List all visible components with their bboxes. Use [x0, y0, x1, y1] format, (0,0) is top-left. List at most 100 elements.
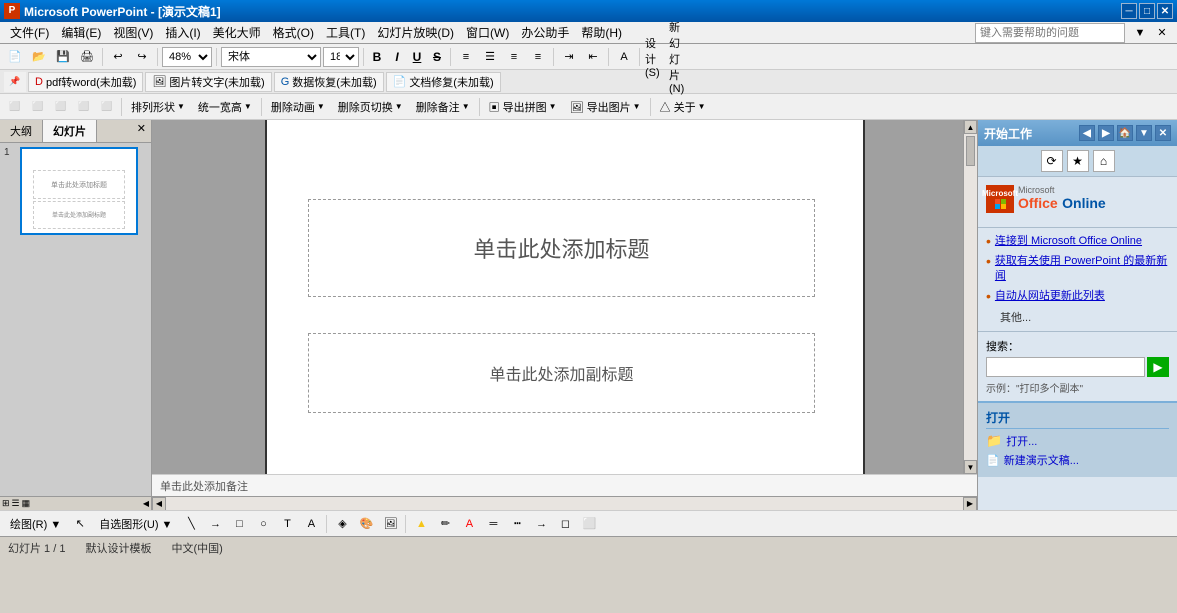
save-button[interactable]: 💾 — [52, 47, 74, 67]
rp-search-button[interactable]: ▶ — [1147, 357, 1169, 377]
slide-thumbnail-1[interactable]: 单击此处添加标题 单击此处添加副标题 — [20, 147, 138, 235]
rp-home-button[interactable]: 🏠 — [1117, 125, 1133, 141]
rp-link-news[interactable]: • 获取有关使用 PowerPoint 的最新新闻 — [986, 254, 1169, 283]
rp-search-input[interactable] — [986, 357, 1145, 377]
shadow-button[interactable]: ◻ — [554, 514, 576, 534]
menu-format[interactable]: 格式(O) — [267, 22, 320, 43]
3d-button[interactable]: ⬜ — [578, 514, 600, 534]
italic-button[interactable]: I — [388, 48, 406, 66]
slide-item-1[interactable]: 1 单击此处添加标题 单击此处添加副标题 — [4, 147, 147, 235]
tab-slides[interactable]: 幻灯片 — [43, 120, 97, 142]
notes-bar[interactable]: 单击此处添加备注 — [152, 474, 977, 496]
undo-button[interactable]: ↩ — [107, 47, 129, 67]
image-to-text-button[interactable]: 🖼 图片转文字(未加载) — [145, 72, 271, 92]
line-color-button[interactable]: ✏ — [434, 514, 456, 534]
rect-button[interactable]: □ — [228, 514, 250, 534]
new-slide-button[interactable]: 新幻灯片(N) — [668, 47, 690, 67]
arrow-button[interactable]: → — [204, 514, 226, 534]
underline-button[interactable]: U — [408, 48, 426, 66]
menu-edit[interactable]: 编辑(E) — [55, 22, 107, 43]
data-recovery-button[interactable]: G 数据恢复(未加载) — [274, 72, 384, 92]
menu-tools[interactable]: 工具(T) — [320, 22, 371, 43]
pdf-to-word-button[interactable]: D pdf转word(未加载) — [28, 72, 143, 92]
titlebar-controls[interactable]: ─ □ ✕ — [1121, 3, 1173, 19]
rp-link-connect[interactable]: • 连接到 Microsoft Office Online — [986, 234, 1169, 248]
align-justify-button[interactable]: ≡ — [527, 47, 549, 67]
menu-beautify[interactable]: 美化大师 — [207, 22, 267, 43]
uniform-size-button[interactable]: 统一宽高 ▼ — [192, 97, 258, 117]
delete-animation-button[interactable]: 删除动画 ▼ — [265, 97, 331, 117]
menu-view[interactable]: 视图(V) — [107, 22, 159, 43]
slide-canvas[interactable]: 单击此处添加标题 单击此处添加副标题 — [265, 120, 865, 474]
help-search-input[interactable] — [975, 23, 1125, 43]
redo-button[interactable]: ↪ — [131, 47, 153, 67]
design-button[interactable]: 设计(S) — [644, 47, 666, 67]
addon-pin-button[interactable]: 📌 — [4, 72, 26, 92]
rp-open-button[interactable]: 📁 打开... — [986, 433, 1169, 449]
minimize-button[interactable]: ─ — [1121, 3, 1137, 19]
scroll-left-button[interactable]: ◀ — [143, 499, 149, 508]
delete-transition-button[interactable]: 删除页切换 ▼ — [332, 97, 409, 117]
scroll-track[interactable] — [964, 134, 977, 460]
font-name-select[interactable]: 宋体 黑体 楷体 Arial — [221, 47, 321, 67]
menu-insert[interactable]: 插入(I) — [159, 22, 206, 43]
help-close-button[interactable]: ✕ — [1151, 23, 1173, 43]
zoom-select[interactable]: 48% 100% 75% 50% 25% — [162, 47, 212, 67]
clipart-button[interactable]: 🎨 — [355, 514, 377, 534]
list-view-button[interactable]: ☰ — [12, 498, 20, 509]
arrow-style-button[interactable]: → — [530, 514, 552, 534]
menu-slideshow[interactable]: 幻灯片放映(D) — [371, 22, 460, 43]
open-button[interactable]: 📂 — [28, 47, 50, 67]
about-button[interactable]: △ 关于 ▼ — [654, 97, 712, 117]
scroll-up-button[interactable]: ▲ — [964, 120, 977, 134]
strikethrough-button[interactable]: S — [428, 48, 446, 66]
export-images-button[interactable]: 🖼 导出图片 ▼ — [564, 97, 647, 117]
scroll-left-btn[interactable]: ◀ — [152, 497, 166, 511]
wordart-button[interactable]: A — [300, 514, 322, 534]
image-button[interactable]: 🖼 — [379, 514, 401, 534]
line-button[interactable]: ╲ — [180, 514, 202, 534]
menu-assistant[interactable]: 办公助手 — [515, 22, 575, 43]
rp-back-button[interactable]: ◀ — [1079, 125, 1095, 141]
rp-expand-button[interactable]: ▼ — [1136, 125, 1152, 141]
panel-close-button[interactable]: ✕ — [132, 120, 151, 142]
title-placeholder[interactable]: 单击此处添加标题 — [308, 199, 815, 297]
menu-help[interactable]: 帮助(H) — [575, 22, 628, 43]
autoshape-button[interactable]: 自选图形(U) ▼ — [93, 514, 178, 534]
export-puzzle-button[interactable]: ▣ 导出拼图 ▼ — [483, 97, 563, 117]
draw-menu-button[interactable]: 绘图(R) ▼ — [4, 514, 67, 534]
film-view-button[interactable]: ▦ — [22, 498, 31, 509]
grid-view-button[interactable]: ⊞ — [2, 498, 10, 509]
close-button[interactable]: ✕ — [1157, 3, 1173, 19]
menu-window[interactable]: 窗口(W) — [460, 22, 515, 43]
delete-notes-button[interactable]: 删除备注 ▼ — [410, 97, 476, 117]
horizontal-scrollbar[interactable]: ◀ ▶ — [152, 496, 977, 510]
font-size-select[interactable]: 18 12 14 16 20 24 28 36 — [323, 47, 359, 67]
rp-nav-refresh[interactable]: ⟳ — [1041, 150, 1063, 172]
fill-color-button[interactable]: ▲ — [410, 514, 432, 534]
print-button[interactable]: 🖨 — [76, 47, 98, 67]
rp-other-link[interactable]: 其他... — [986, 309, 1169, 325]
oval-button[interactable]: ○ — [252, 514, 274, 534]
align-right-button[interactable]: ≡ — [503, 47, 525, 67]
rp-nav-house[interactable]: ⌂ — [1093, 150, 1115, 172]
scroll-right-btn[interactable]: ▶ — [963, 497, 977, 511]
rp-nav-star[interactable]: ★ — [1067, 150, 1089, 172]
font-color-button[interactable]: A — [613, 47, 635, 67]
subtitle-placeholder[interactable]: 单击此处添加副标题 — [308, 333, 815, 413]
textbox-button[interactable]: T — [276, 514, 298, 534]
decrease-indent-button[interactable]: ⇤ — [582, 47, 604, 67]
bold-button[interactable]: B — [368, 48, 386, 66]
font-color2-button[interactable]: A — [458, 514, 480, 534]
rp-forward-button[interactable]: ▶ — [1098, 125, 1114, 141]
rp-close-button[interactable]: ✕ — [1155, 125, 1171, 141]
tab-outline[interactable]: 大纲 — [0, 120, 43, 142]
vertical-scrollbar[interactable]: ▲ ▼ — [963, 120, 977, 474]
scroll-thumb[interactable] — [966, 136, 975, 166]
diagram-button[interactable]: ◈ — [331, 514, 353, 534]
line-style-button[interactable]: ═ — [482, 514, 504, 534]
increase-indent-button[interactable]: ⇥ — [558, 47, 580, 67]
maximize-button[interactable]: □ — [1139, 3, 1155, 19]
arrange-shapes-button[interactable]: 排列形状 ▼ — [125, 97, 191, 117]
rp-new-button[interactable]: 📄 新建演示文稿... — [986, 452, 1169, 468]
